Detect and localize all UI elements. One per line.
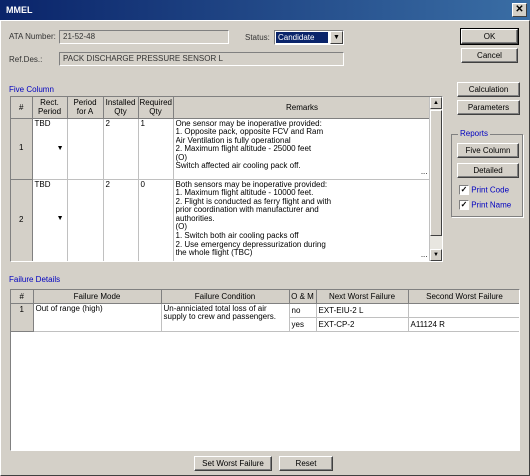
table-row[interactable]: 1 Out of range (high) Un-anniciated tota… — [11, 303, 519, 332]
remarks-text: One sensor may be inoperative provided: … — [175, 119, 324, 171]
remarks-cell[interactable]: One sensor may be inoperative provided: … — [173, 118, 432, 180]
calculation-button[interactable]: Calculation — [457, 82, 520, 97]
print-code-label: Print Code — [471, 185, 510, 195]
rect-period-value: TBD — [34, 179, 51, 189]
rect-period-cell[interactable]: TBD ▼ — [32, 179, 68, 261]
parameters-button[interactable]: Parameters — [457, 100, 520, 115]
close-button[interactable]: ✕ — [512, 3, 527, 17]
failure-condition-cell[interactable]: Un-anniciated total loss of air supply t… — [161, 303, 290, 332]
installed-qty-cell[interactable]: 2 — [103, 118, 139, 180]
second-worst-cell[interactable] — [408, 303, 519, 318]
next-worst-cell[interactable]: EXT-CP-2 — [316, 317, 409, 332]
period-for-a-cell[interactable] — [67, 179, 104, 261]
checkmark-icon[interactable]: ✓ — [459, 200, 469, 210]
failure-mode-cell[interactable]: Out of range (high) — [33, 303, 162, 332]
dropdown-arrow-icon[interactable]: ▼ — [57, 215, 64, 224]
ok-button[interactable]: OK — [460, 28, 519, 45]
col-header-num[interactable]: # — [11, 290, 34, 304]
ata-number-label: ATA Number: — [9, 32, 56, 41]
col-header-required-qty[interactable]: Required Qty — [138, 97, 174, 119]
om-cell[interactable]: yes — [289, 317, 317, 332]
period-for-a-cell[interactable] — [67, 118, 104, 180]
refdes-field[interactable]: PACK DISCHARGE PRESSURE SENSOR L — [59, 52, 344, 66]
row-number: 1 — [11, 118, 33, 180]
om-cell[interactable]: no — [289, 303, 317, 318]
five-column-scrollbar[interactable]: ▲ ▼ — [429, 97, 442, 261]
installed-qty-cell[interactable]: 2 — [103, 179, 139, 261]
scroll-thumb[interactable] — [430, 110, 442, 236]
status-label: Status: — [245, 33, 270, 42]
five-column-table: # Rect. Period Period for A Installed Qt… — [11, 97, 432, 261]
second-worst-cell[interactable]: A11124 R — [408, 317, 519, 332]
title-bar: MMEL ✕ — [0, 0, 530, 20]
detailed-report-button[interactable]: Detailed — [457, 163, 519, 178]
five-column-section-title: Five Column — [9, 85, 54, 94]
status-value: Candidate — [276, 32, 328, 43]
required-qty-cell[interactable]: 0 — [138, 179, 174, 261]
remarks-text: Both sensors may be inoperative provided… — [175, 180, 332, 258]
dropdown-arrow-icon[interactable]: ▼ — [57, 145, 64, 154]
ata-number-field[interactable]: 21-52-48 — [59, 30, 229, 44]
set-worst-failure-button[interactable]: Set Worst Failure — [194, 456, 272, 471]
col-header-o-and-m[interactable]: O & M — [289, 290, 317, 304]
five-column-report-button[interactable]: Five Column — [457, 143, 519, 158]
window-title: MMEL — [6, 5, 33, 15]
ellipsis-icon[interactable]: ... — [421, 250, 428, 260]
reports-title: Reports — [458, 129, 491, 138]
col-header-next-worst[interactable]: Next Worst Failure — [316, 290, 409, 304]
failure-details-grid: # Failure Mode Failure Condition O & M N… — [10, 289, 520, 451]
print-name-label: Print Name — [471, 200, 512, 210]
chevron-down-icon[interactable]: ▼ — [330, 31, 343, 44]
col-header-rect-period[interactable]: Rect. Period — [32, 97, 68, 119]
rect-period-value: TBD — [34, 118, 51, 128]
col-header-remarks[interactable]: Remarks — [173, 97, 432, 119]
col-header-failure-condition[interactable]: Failure Condition — [161, 290, 290, 304]
print-name-checkbox[interactable]: ✓ Print Name — [459, 200, 511, 210]
table-row[interactable]: 2 TBD ▼ 2 0 Both sensors may be inoperat… — [11, 179, 432, 261]
failure-details-title: Failure Details — [9, 275, 61, 284]
refdes-label: Ref.Des.: — [9, 55, 43, 64]
print-code-checkbox[interactable]: ✓ Print Code — [459, 185, 509, 195]
row-number: 1 — [11, 303, 34, 332]
five-column-grid: # Rect. Period Period for A Installed Qt… — [10, 96, 443, 262]
col-header-failure-mode[interactable]: Failure Mode — [33, 290, 162, 304]
dialog-body: ATA Number: 21-52-48 Status: Candidate ▼… — [0, 20, 530, 476]
close-icon: ✕ — [515, 4, 524, 15]
checkmark-icon[interactable]: ✓ — [459, 185, 469, 195]
col-header-period-for-a[interactable]: Period for A — [67, 97, 104, 119]
scroll-down-icon[interactable]: ▼ — [430, 249, 442, 261]
next-worst-cell[interactable]: EXT-EIU-2 L — [316, 303, 409, 318]
status-select[interactable]: Candidate ▼ — [274, 30, 344, 45]
col-header-installed-qty[interactable]: Installed Qty — [103, 97, 139, 119]
failure-details-table: # Failure Mode Failure Condition O & M N… — [11, 290, 519, 332]
cancel-button[interactable]: Cancel — [461, 48, 518, 63]
required-qty-cell[interactable]: 1 — [138, 118, 174, 180]
row-number: 2 — [11, 179, 33, 261]
table-row[interactable]: 1 TBD ▼ 2 1 One sensor may be inoperativ… — [11, 118, 432, 180]
col-header-second-worst[interactable]: Second Worst Failure — [408, 290, 519, 304]
remarks-cell[interactable]: Both sensors may be inoperative provided… — [173, 179, 432, 261]
scroll-up-icon[interactable]: ▲ — [430, 97, 442, 109]
reset-button[interactable]: Reset — [279, 456, 333, 471]
col-header-num[interactable]: # — [11, 97, 33, 119]
ellipsis-icon[interactable]: ... — [421, 167, 428, 177]
rect-period-cell[interactable]: TBD ▼ — [32, 118, 68, 180]
